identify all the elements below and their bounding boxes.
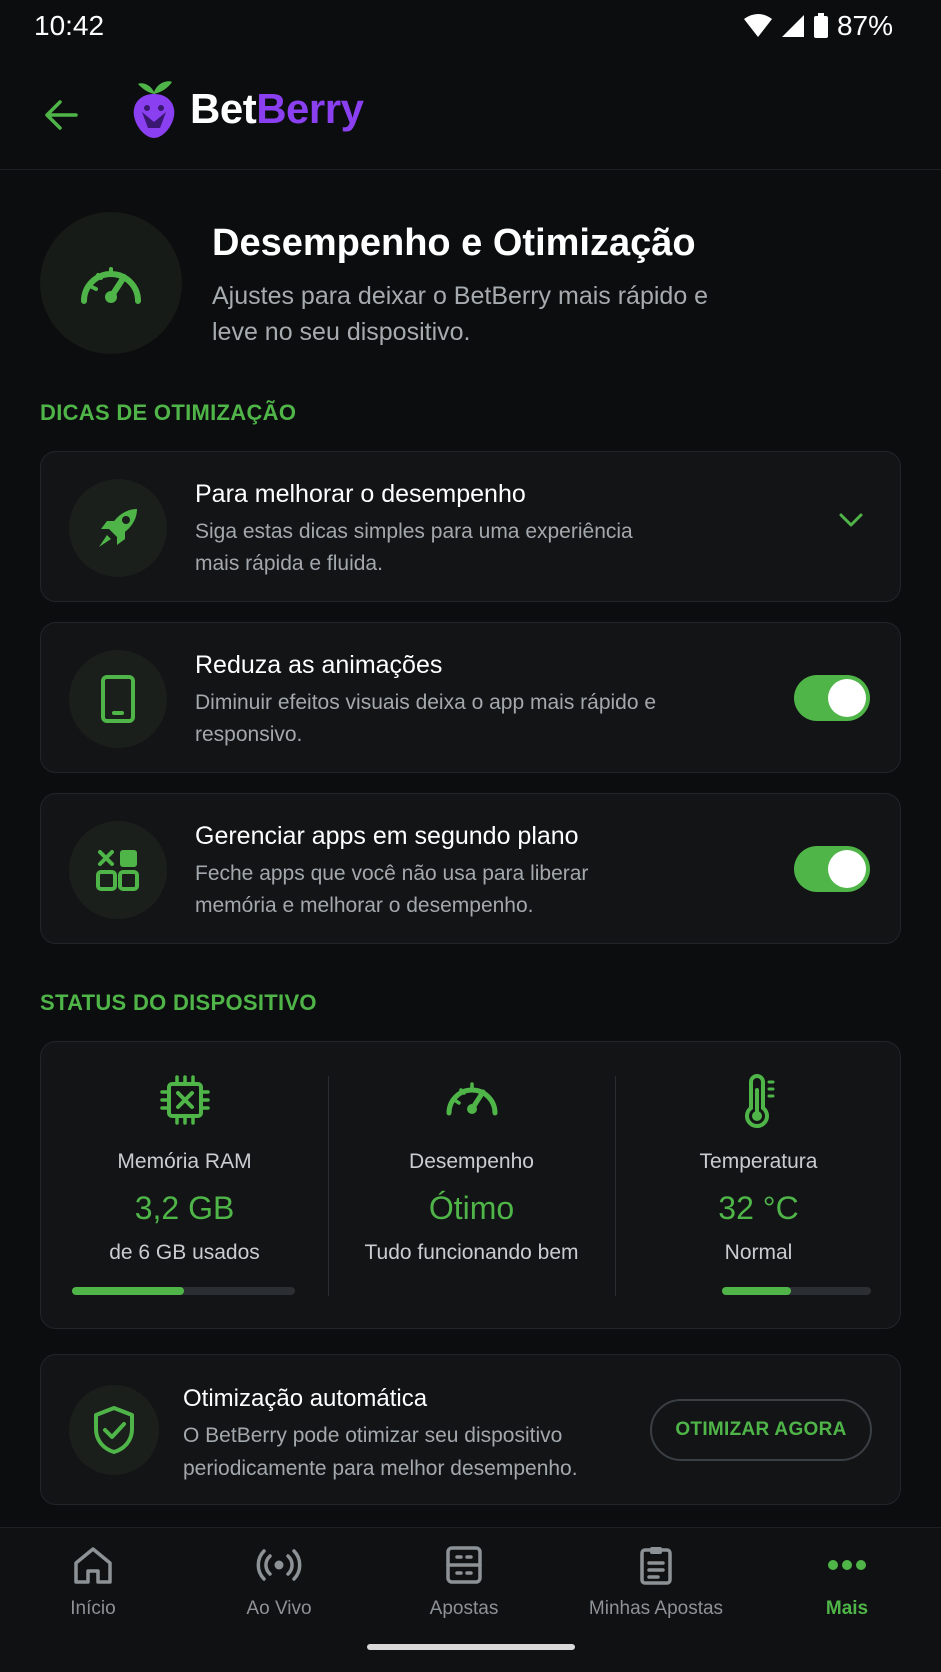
- tip-description: Feche apps que você não usa para liberar…: [195, 862, 589, 917]
- auto-title: Otimização automática: [183, 1385, 428, 1412]
- optimize-now-button[interactable]: OTIMIZAR AGORA: [650, 1399, 872, 1461]
- animations-toggle[interactable]: [794, 675, 870, 721]
- bottom-nav: Início Ao Vivo Apostas Minhas Apostas Ma…: [0, 1527, 941, 1672]
- auto-description: O BetBerry pode otimizar seu dispositivo…: [183, 1424, 578, 1480]
- device-status-card: Memória RAM 3,2 GB de 6 GB usados Desemp…: [40, 1041, 901, 1329]
- toggle-knob: [828, 850, 866, 888]
- stat-value: 3,2 GB: [134, 1190, 235, 1226]
- page-subtitle: Ajustes para deixar o BetBerry mais rápi…: [212, 282, 709, 346]
- nav-item-ao-vivo[interactable]: Ao Vivo: [229, 1542, 329, 1632]
- signal-icon: [781, 15, 804, 37]
- toggle-knob: [828, 679, 866, 717]
- stat-value: Ótimo: [428, 1190, 515, 1226]
- tip-icon-badge: [69, 479, 167, 577]
- status-bar: 10:42 87%: [0, 0, 941, 56]
- auto-optimization-card: Otimização automática O BetBerry pode ot…: [40, 1354, 901, 1505]
- clipboard-icon: [640, 1547, 672, 1585]
- nav-label: Minhas Apostas: [588, 1598, 724, 1619]
- speedometer-icon: [81, 267, 141, 304]
- stat-label: Temperatura: [699, 1150, 818, 1173]
- stat-sub: de 6 GB usados: [109, 1241, 260, 1264]
- stat-value: 32 °C: [718, 1190, 799, 1226]
- section-label-status: STATUS DO DISPOSITIVO: [40, 990, 317, 1015]
- nav-label: Ao Vivo: [246, 1598, 312, 1619]
- nav-label: Apostas: [429, 1598, 499, 1619]
- temperature-progress-bar: [722, 1287, 871, 1295]
- rocket-icon: [99, 509, 137, 547]
- stat-performance: Desempenho Ótimo Tudo funcionando bem: [328, 1042, 615, 1330]
- nav-item-mais[interactable]: Mais: [797, 1542, 897, 1632]
- battery-percent: 87%: [836, 10, 893, 41]
- tip-card-background-apps: Gerenciar apps em segundo plano Feche ap…: [40, 793, 901, 944]
- bets-icon: [446, 1546, 482, 1584]
- speedometer-icon: [446, 1082, 497, 1116]
- tip-icon-badge: [69, 650, 167, 748]
- tip-description: Siga estas dicas simples para uma experi…: [195, 520, 633, 575]
- thermometer-icon: [744, 1074, 774, 1128]
- home-indicator[interactable]: [367, 1644, 575, 1650]
- section-label-tips: DICAS DE OTIMIZAÇÃO: [40, 400, 297, 425]
- nav-label: Mais: [825, 1598, 869, 1619]
- phone-icon: [101, 675, 135, 723]
- tip-title: Para melhorar o desempenho: [195, 480, 526, 508]
- tip-title: Gerenciar apps em segundo plano: [195, 822, 579, 850]
- stat-sub: Normal: [724, 1241, 793, 1264]
- nav-item-apostas[interactable]: Apostas: [414, 1542, 514, 1632]
- nav-label: Início: [70, 1598, 116, 1619]
- stat-label: Desempenho: [409, 1150, 534, 1173]
- apps-icon: [96, 850, 139, 891]
- tip-icon-badge: [69, 821, 167, 919]
- status-icons: 87%: [743, 10, 893, 42]
- tip-description: Diminuir efeitos visuais deixa o app mai…: [195, 691, 657, 746]
- back-button[interactable]: [36, 90, 86, 140]
- berry-logo-icon: [133, 81, 175, 138]
- brand-name: BetBerry: [190, 85, 364, 132]
- chip-icon: [159, 1075, 210, 1125]
- wifi-icon: [743, 14, 772, 37]
- auto-icon-badge: [69, 1385, 159, 1475]
- ram-progress-fill: [72, 1287, 184, 1295]
- home-icon: [74, 1547, 112, 1584]
- status-time: 10:42: [34, 10, 105, 41]
- background-apps-toggle[interactable]: [794, 846, 870, 892]
- ram-progress-bar: [72, 1287, 295, 1295]
- nav-item-minhas-apostas[interactable]: Minhas Apostas: [578, 1542, 734, 1632]
- more-icon: [828, 1560, 866, 1570]
- stat-ram: Memória RAM 3,2 GB de 6 GB usados: [41, 1042, 328, 1330]
- nav-item-inicio[interactable]: Início: [43, 1542, 143, 1632]
- app-bar: BetBerry: [0, 62, 941, 170]
- stat-temperature: Temperatura 32 °C Normal: [615, 1042, 902, 1330]
- battery-icon: [813, 13, 828, 38]
- live-icon: [256, 1549, 302, 1581]
- page-title: Desempenho e Otimização: [212, 222, 696, 264]
- shield-check-icon: [94, 1406, 134, 1454]
- brand-logo: BetBerry: [130, 78, 364, 140]
- tip-card-performance[interactable]: Para melhorar o desempenho Siga estas di…: [40, 451, 901, 602]
- hero-icon-badge: [40, 212, 182, 354]
- tip-title: Reduza as animações: [195, 651, 443, 679]
- stat-sub: Tudo funcionando bem: [364, 1241, 579, 1264]
- arrow-left-icon: [45, 100, 78, 130]
- temperature-progress-fill: [722, 1287, 791, 1295]
- chevron-down-icon[interactable]: [838, 512, 864, 528]
- stat-label: Memória RAM: [117, 1150, 252, 1173]
- tip-card-animations: Reduza as animações Diminuir efeitos vis…: [40, 622, 901, 773]
